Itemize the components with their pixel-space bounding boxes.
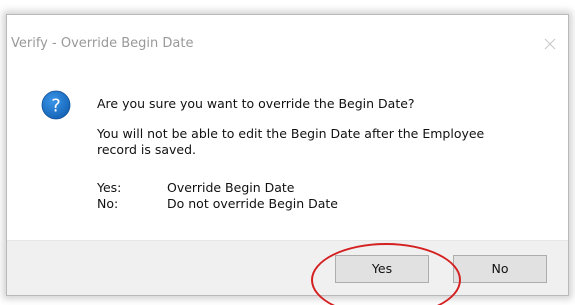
screenshot-stage: Verify - Override Begin Date ? Are you s…	[0, 0, 575, 305]
svg-text:?: ?	[51, 96, 61, 117]
option-no-key: No:	[97, 196, 119, 211]
dialog-button-bar: Yes No	[7, 240, 568, 295]
yes-button[interactable]: Yes	[335, 255, 429, 283]
close-icon[interactable]	[542, 36, 558, 52]
dialog-titlebar: Verify - Override Begin Date	[7, 15, 568, 55]
option-yes-key: Yes:	[97, 180, 122, 195]
warning-text-line2: record is saved.	[97, 142, 197, 157]
warning-text-line1: You will not be able to edit the Begin D…	[97, 126, 485, 141]
dialog-content: ? Are you sure you want to override the …	[7, 55, 568, 243]
question-icon: ?	[41, 90, 71, 120]
verify-dialog: Verify - Override Begin Date ? Are you s…	[6, 14, 569, 296]
dialog-title: Verify - Override Begin Date	[11, 36, 194, 51]
option-no-description: Do not override Begin Date	[167, 196, 339, 211]
no-button[interactable]: No	[453, 255, 547, 283]
confirm-question-text: Are you sure you want to override the Be…	[97, 96, 415, 111]
option-yes-description: Override Begin Date	[167, 180, 295, 195]
